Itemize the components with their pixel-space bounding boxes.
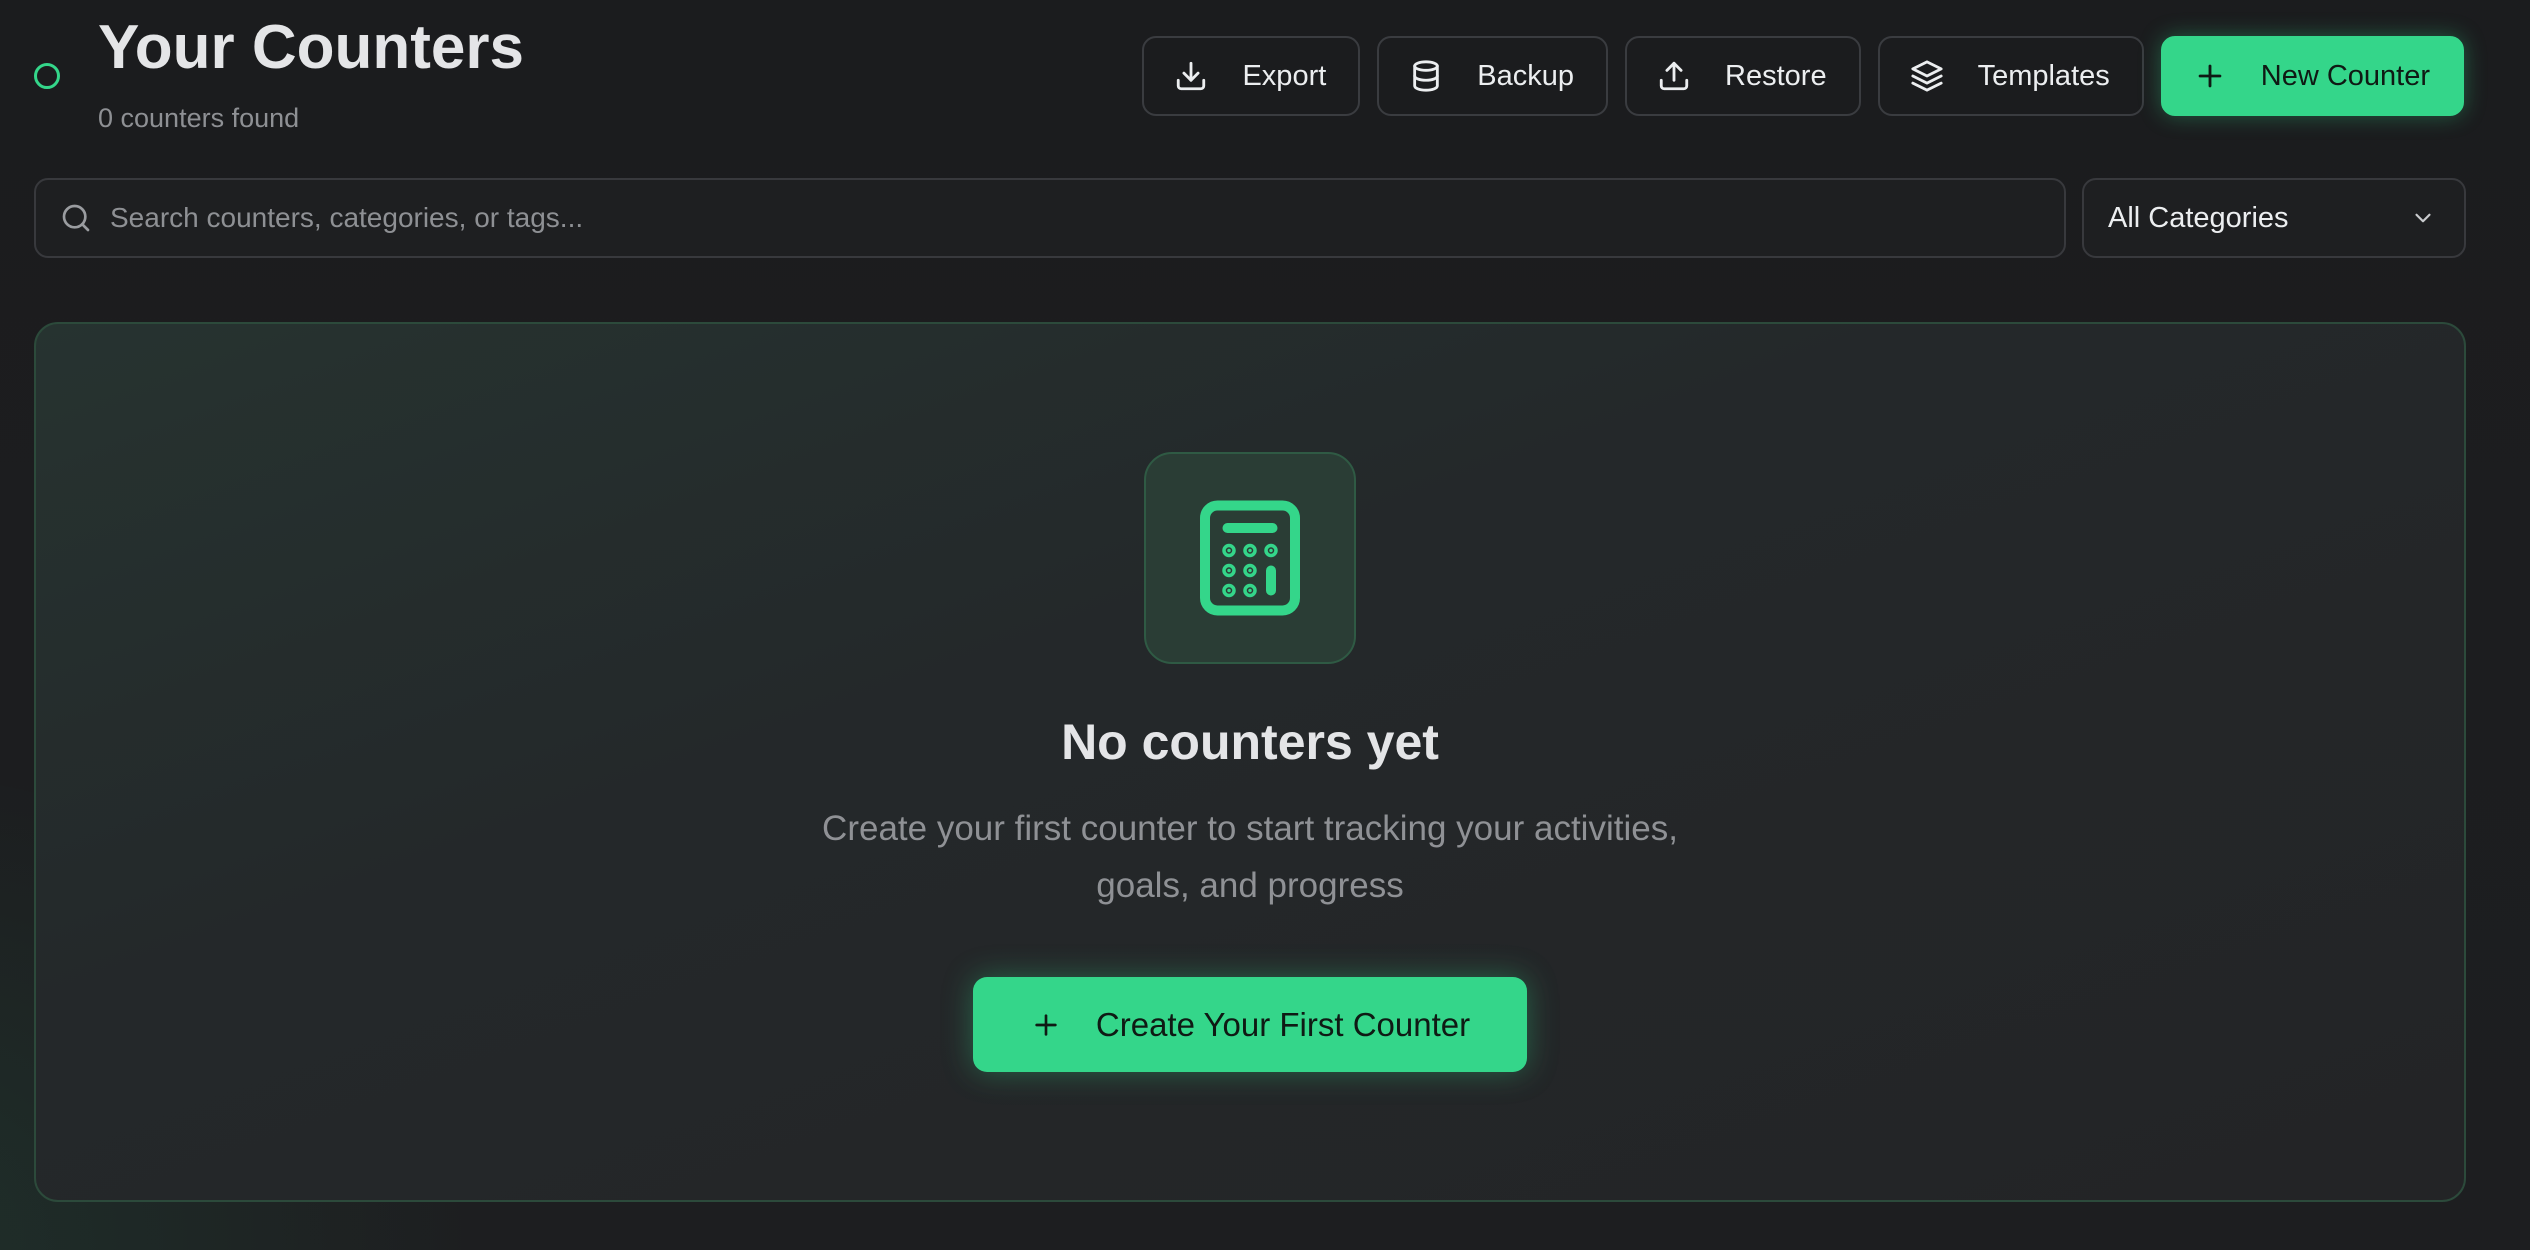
export-label: Export (1242, 59, 1327, 92)
search-box (34, 178, 2066, 258)
export-button[interactable]: Export (1142, 36, 1361, 116)
layers-icon (1910, 59, 1944, 93)
upload-icon (1657, 59, 1691, 93)
toolbar: Export Backup Restore Templates New Coun… (1142, 36, 2464, 116)
category-select-value: All Categories (2108, 201, 2289, 234)
restore-label: Restore (1725, 59, 1827, 92)
chevron-down-icon (2415, 213, 2431, 223)
counter-count-text: 0 counters found (98, 103, 300, 133)
download-icon (1174, 59, 1208, 93)
templates-button[interactable]: Templates (1877, 36, 2144, 116)
empty-state-description: Create your first counter to start track… (822, 809, 1678, 905)
create-first-counter-label: Create Your First Counter (1095, 1005, 1471, 1043)
templates-label: Templates (1977, 59, 2110, 92)
database-icon (1409, 59, 1443, 93)
status-indicator-icon (34, 63, 60, 89)
page-title: Your Counters (98, 13, 524, 82)
plus-icon (2193, 59, 2227, 93)
calculator-icon (1200, 500, 1300, 616)
empty-state-icon-box (1144, 452, 1356, 664)
create-first-counter-button[interactable]: Create Your First Counter (973, 977, 1527, 1072)
category-select[interactable]: All Categories (2082, 178, 2466, 258)
new-counter-button[interactable]: New Counter (2160, 36, 2464, 116)
backup-label: Backup (1477, 59, 1575, 92)
backup-button[interactable]: Backup (1377, 36, 1609, 116)
plus-icon (1030, 1009, 1062, 1041)
search-input[interactable] (108, 201, 2064, 235)
empty-state-title: No counters yet (1061, 714, 1439, 770)
new-counter-label: New Counter (2260, 59, 2430, 92)
search-icon (60, 202, 92, 234)
restore-button[interactable]: Restore (1625, 36, 1861, 116)
